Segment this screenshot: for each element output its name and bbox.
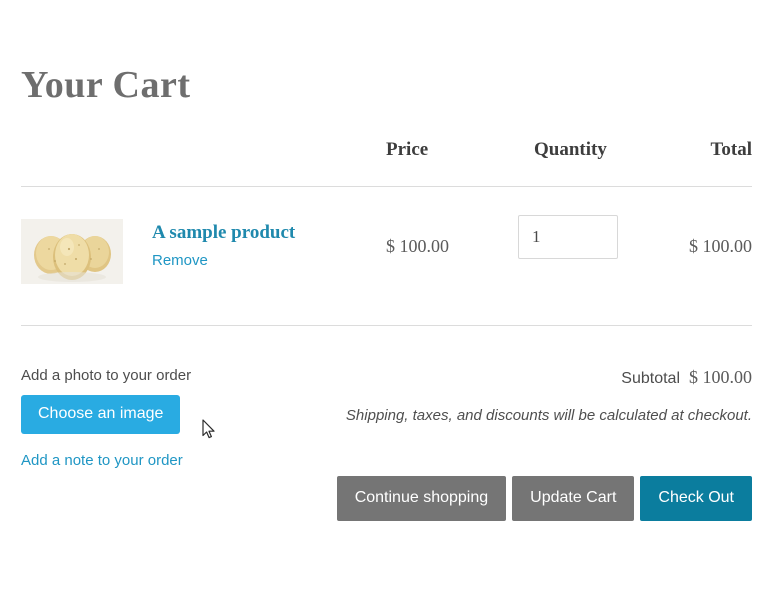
check-out-button[interactable]: Check Out [640, 476, 752, 521]
cell-total: $ 100.00 [689, 236, 752, 256]
column-header-total: Total [710, 139, 752, 160]
cart-footer-left: Add a photo to your order Choose an imag… [21, 366, 351, 471]
cart-page: Your Cart Price Quantity Total A sample … [0, 0, 779, 602]
add-note-link[interactable]: Add a note to your order [21, 451, 351, 471]
cell-price: $ 100.00 [386, 236, 449, 256]
add-photo-label: Add a photo to your order [21, 367, 192, 384]
continue-shopping-button[interactable]: Continue shopping [336, 476, 507, 521]
subtotal-row: Subtotal $ 100.00 [332, 366, 752, 390]
product-thumbnail[interactable] [21, 219, 123, 284]
update-cart-button[interactable]: Update Cart [512, 476, 635, 521]
column-header-price: Price [386, 139, 429, 160]
remove-item-link[interactable]: Remove [152, 251, 372, 271]
divider-bottom [21, 325, 752, 326]
cart-footer: Add a photo to your order Choose an imag… [21, 366, 752, 536]
subtotal-label: Subtotal [621, 370, 680, 387]
table-row: A sample product Remove $ 100.00 $ 100.0… [21, 187, 752, 325]
cart-table-header: Price Quantity Total [21, 138, 752, 186]
subtotal-value: $ 100.00 [689, 367, 752, 387]
shipping-note: Shipping, taxes, and discounts will be c… [345, 407, 752, 424]
product-name-link[interactable]: A sample product [152, 221, 372, 245]
choose-image-button[interactable]: Choose an image [21, 395, 181, 434]
cart-action-buttons: Continue shopping Update Cart Check Out [336, 476, 752, 521]
page-title: Your Cart [21, 64, 191, 107]
product-info: A sample product Remove [152, 221, 372, 271]
quantity-input[interactable] [518, 215, 618, 259]
column-header-quantity: Quantity [534, 139, 607, 160]
cart-table: Price Quantity Total A sample product Re… [21, 138, 752, 326]
potatoes-photo-icon [21, 219, 123, 284]
cart-footer-right: Subtotal $ 100.00 Shipping, taxes, and di… [332, 366, 752, 428]
